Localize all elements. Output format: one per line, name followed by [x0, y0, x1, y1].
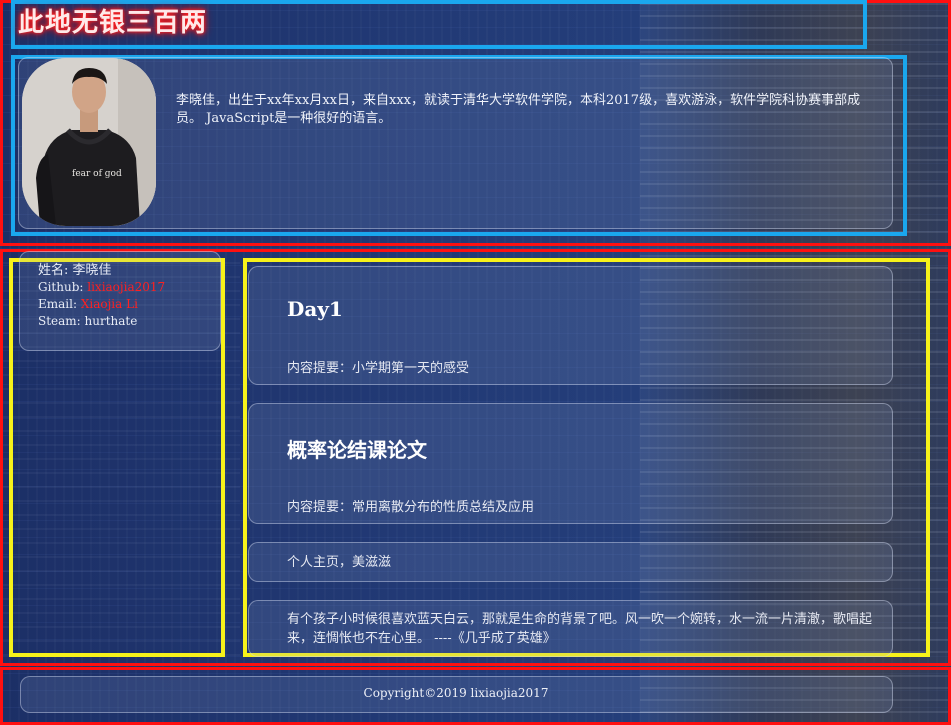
post-summary: 内容提要：小学期第一天的感受	[287, 361, 470, 376]
intro-paragraph: 李晓佳，出生于xx年xx月xx日，来自xxx，就读于清华大学软件学院，本科201…	[176, 93, 861, 126]
shirt-print: fear of god	[72, 169, 122, 179]
quote-text: 有个孩子小时候很喜欢蓝天白云，那就是生命的背景了吧。风一吹一个婉转，水一流一片清…	[287, 612, 873, 646]
email-label: Email:	[38, 297, 81, 311]
name-line: 姓名: 李晓佳	[38, 263, 112, 278]
github-line: Github: lixiaojia2017	[38, 279, 165, 296]
avatar-photo: fear of god	[22, 58, 156, 226]
github-label: Github:	[38, 280, 88, 294]
post-title[interactable]: Day1	[287, 297, 343, 321]
email-line: Email: Xiaojia Li	[38, 296, 165, 313]
post-summary: 内容提要：常用离散分布的性质总结及应用	[287, 500, 535, 515]
avatar: fear of god	[22, 58, 156, 226]
homepage-text: 个人主页，美滋滋	[287, 555, 392, 570]
contact-info: 姓名: 李晓佳 Github: lixiaojia2017 Email: Xia…	[38, 262, 165, 330]
email-link[interactable]: Xiaojia Li	[81, 297, 138, 311]
site-title: 此地无银三百两	[18, 8, 208, 38]
steam-line: Steam: hurthate	[38, 314, 138, 328]
post-title[interactable]: 概率论结课论文	[287, 434, 427, 463]
copyright-text: Copyright©2019 lixiaojia2017	[363, 686, 549, 700]
github-link[interactable]: lixiaojia2017	[87, 280, 165, 294]
